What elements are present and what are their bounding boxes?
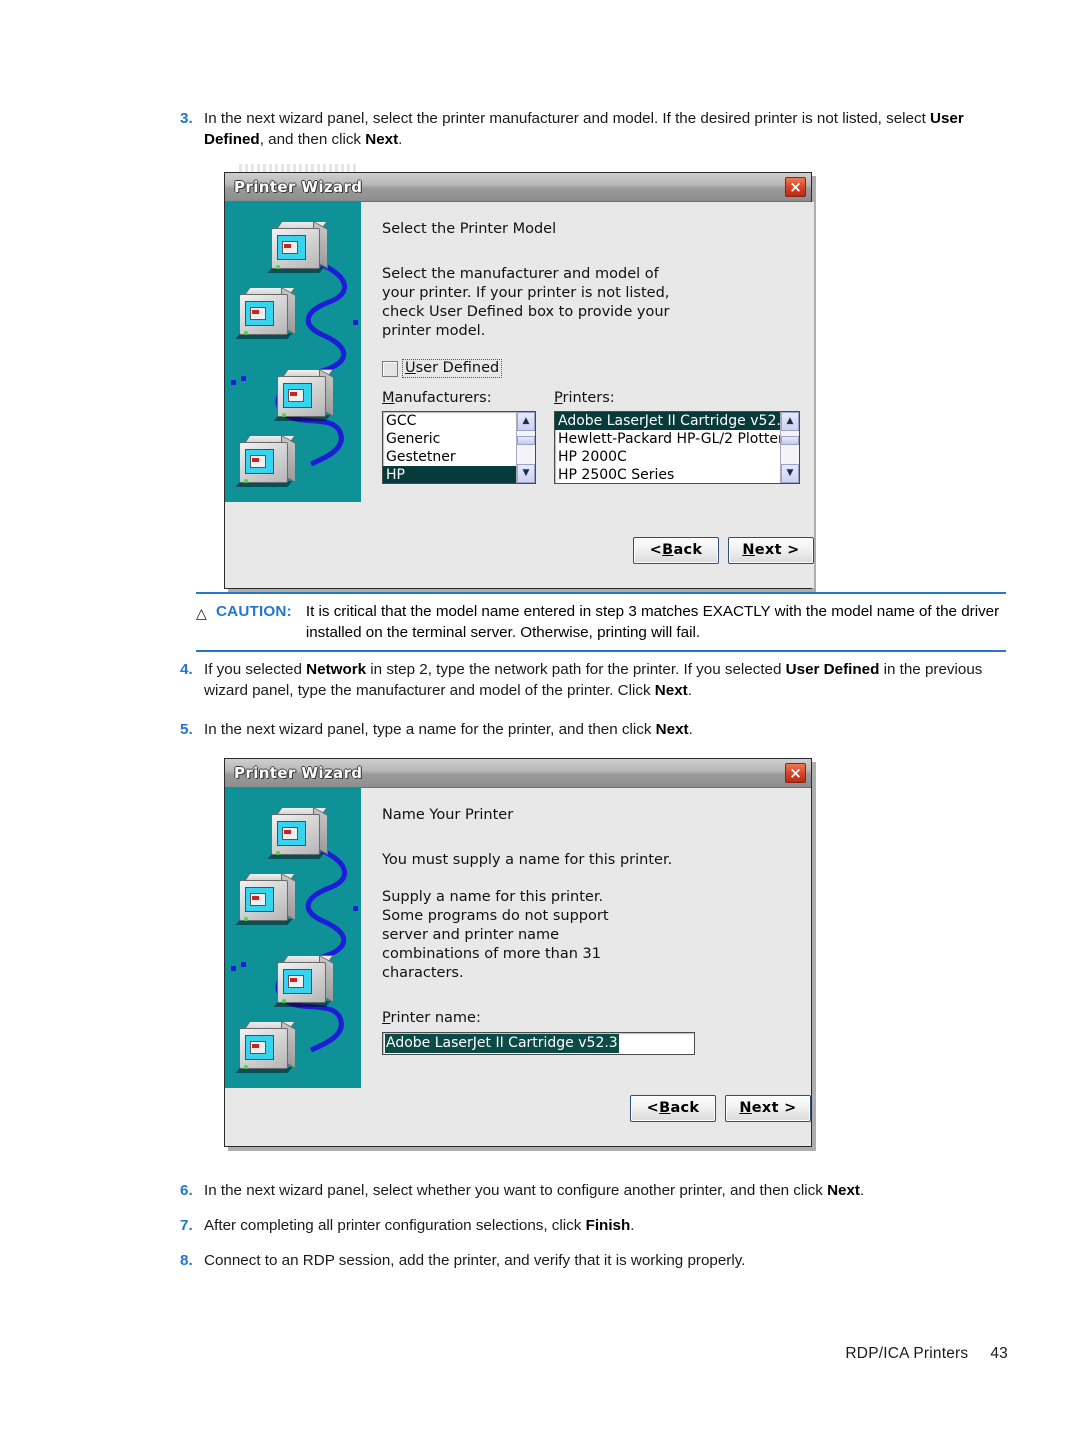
list-item[interactable]: Adobe LaserJet II Cartridge v52.3 [555,412,780,430]
scrollbar-track[interactable] [517,431,535,464]
dialog-button-row: < Back Next > [630,1095,811,1122]
step-number: 8. [180,1252,193,1269]
dialog-heading: Select the Printer Model [382,221,557,237]
back-button[interactable]: < Back [630,1095,716,1122]
manufacturers-label: Manufacturers: [382,390,492,406]
scroll-up-icon[interactable]: ▲ [517,412,535,431]
cable-dot [353,320,358,325]
dialog-titlebar[interactable]: Printer Wizard × [225,759,811,788]
step-text: In the next wizard panel, select the pri… [204,110,964,148]
page-number: 43 [990,1345,1008,1362]
printer-selection-lists: Manufacturers: GCC Generic Gestetner HP ▲ ▼… [382,389,800,484]
caution-label: CAUTION: [216,603,292,620]
dialog-subtext: You must supply a name for this printer. [382,852,673,868]
cable-dot [231,966,236,971]
list-item[interactable]: Generic [383,430,516,448]
list-item[interactable]: Gestetner [383,448,516,466]
next-button[interactable]: Next > [728,537,814,564]
dialog-button-row: < Back Next > [633,537,814,564]
user-defined-label: User Defined [402,359,503,378]
caution-text: It is critical that the model name enter… [305,603,1000,641]
scroll-down-icon[interactable]: ▼ [517,464,535,483]
step-number: 7. [180,1217,193,1234]
caution-callout: △ CAUTION: It is critical that the model… [196,592,1006,652]
scrollbar-thumb[interactable] [781,436,799,445]
footer-title: RDP/ICA Printers [845,1345,969,1362]
computer-icon [273,954,337,1008]
scrollbar-track[interactable] [781,431,799,464]
dialog-heading: Name Your Printer [382,807,514,823]
step-item-7: 7. After completing all printer configur… [172,1215,984,1236]
printer-name-label: Printer name: [382,1010,481,1026]
printers-listbox[interactable]: Adobe LaserJet II Cartridge v52.3 Hewlett… [554,411,800,484]
printers-items[interactable]: Adobe LaserJet II Cartridge v52.3 Hewlett… [555,412,780,483]
step-number: 5. [180,721,193,738]
manufacturers-listbox[interactable]: GCC Generic Gestetner HP ▲ ▼ [382,411,536,484]
step-item-3: 3. In the next wizard panel, select the … [172,108,984,150]
computer-icon [235,1020,299,1074]
list-item[interactable]: HP 2000C [555,448,780,466]
list-item[interactable]: GCC [383,412,516,430]
printers-scrollbar[interactable]: ▲ ▼ [780,412,799,483]
computer-icon [235,872,299,926]
step-number: 6. [180,1182,193,1199]
cable-dot [241,962,246,967]
checkbox-icon[interactable] [382,360,398,377]
wizard-sidebar-artwork [225,788,361,1088]
computer-icon [267,806,331,860]
scroll-up-icon[interactable]: ▲ [781,412,799,431]
scan-artifact [239,164,359,172]
list-item[interactable]: HP 2500C Series [555,466,780,483]
dialog-description: Supply a name for this printer. Some pro… [382,889,609,981]
back-button[interactable]: < Back [633,537,719,564]
computer-icon [235,434,299,488]
cable-dot [241,376,246,381]
step-text: In the next wizard panel, type a name fo… [204,721,693,738]
list-item[interactable]: Hewlett-Packard HP-GL/2 Plotter [555,430,780,448]
computer-icon [273,368,337,422]
step-text: Connect to an RDP session, add the print… [204,1252,746,1269]
printer-name-value: Adobe LaserJet II Cartridge v52.3 [385,1034,619,1053]
step-item-8: 8. Connect to an RDP session, add the pr… [172,1250,984,1271]
printer-name-input[interactable]: Adobe LaserJet II Cartridge v52.3 [382,1032,695,1055]
user-defined-checkbox-row[interactable]: User Defined [382,359,800,378]
dialog-titlebar[interactable]: Printer Wizard × [225,173,811,202]
close-icon[interactable]: × [785,763,806,783]
page-footer: RDP/ICA Printers 43 [845,1345,1008,1363]
cable-dot [353,906,358,911]
step-number: 4. [180,661,193,678]
dialog-content: Select the Printer Model Select the manu… [361,202,814,588]
close-icon[interactable]: × [785,177,806,197]
scrollbar-thumb[interactable] [517,436,535,445]
step-text: In the next wizard panel, select whether… [204,1182,865,1199]
dialog-content: Name Your Printer You must supply a name… [361,788,811,1146]
dialog-title: Printer Wizard [234,764,363,782]
dialog-title: Printer Wizard [234,178,363,196]
document-page: 3. In the next wizard panel, select the … [0,0,1080,1437]
computer-icon [267,220,331,274]
step-item-5: 5. In the next wizard panel, type a name… [172,719,984,740]
manufacturers-column: Manufacturers: GCC Generic Gestetner HP ▲ ▼ [382,389,536,484]
manufacturers-scrollbar[interactable]: ▲ ▼ [516,412,535,483]
printers-column: Printers: Adobe LaserJet II Cartridge v5… [554,389,800,484]
printer-wizard-dialog-name[interactable]: Printer Wizard × Name Your Printer You m… [224,758,812,1147]
warning-triangle-icon: △ [196,605,207,621]
step-item-6: 6. In the next wizard panel, select whet… [172,1180,984,1201]
wizard-sidebar-artwork [225,202,361,502]
dialog-description: Select the manufacturer and model of you… [382,266,670,339]
step-text: After completing all printer configurati… [204,1217,635,1234]
step-item-4: 4. If you selected Network in step 2, ty… [172,659,984,701]
printer-wizard-dialog-model[interactable]: Printer Wizard × Select the Printer Mode… [224,164,814,589]
computer-icon [235,286,299,340]
dialog-body: Name Your Printer You must supply a name… [225,788,811,1146]
step-text: If you selected Network in step 2, type … [204,661,983,699]
step-number: 3. [180,110,193,127]
next-button[interactable]: Next > [725,1095,811,1122]
printers-label: Printers: [554,390,615,406]
scroll-down-icon[interactable]: ▼ [781,464,799,483]
dialog-body: Select the Printer Model Select the manu… [225,202,814,588]
manufacturers-items[interactable]: GCC Generic Gestetner HP [383,412,516,483]
cable-dot [231,380,236,385]
list-item[interactable]: HP [383,466,516,483]
